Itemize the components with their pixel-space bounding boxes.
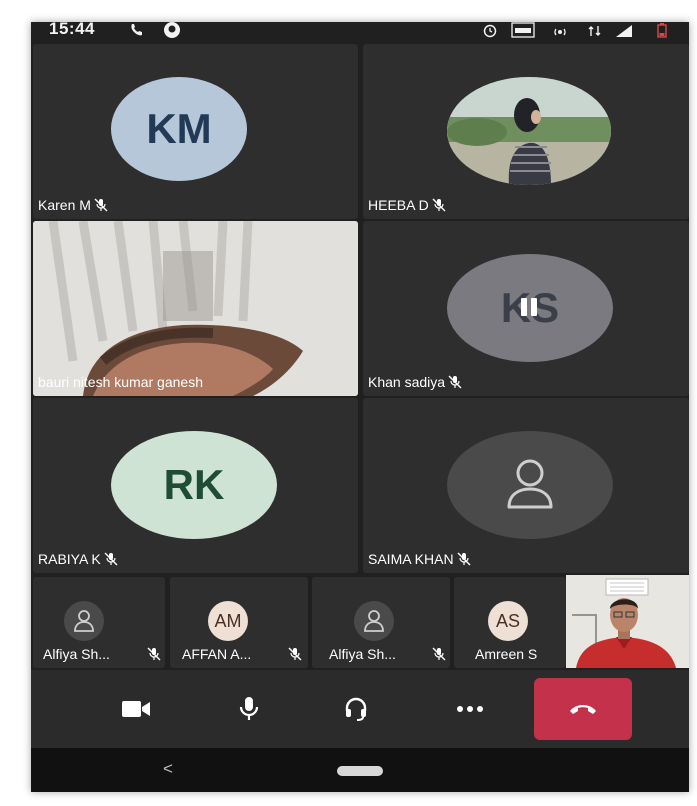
- data-arrows-icon: [588, 26, 601, 36]
- battery-icon: [657, 23, 667, 38]
- participant-name: SAIMA KHAN: [368, 551, 471, 567]
- hang-up-button[interactable]: [534, 678, 632, 740]
- video-camera-icon: [122, 701, 150, 717]
- microphone-icon: [239, 697, 259, 720]
- participant-name: HEEBA D: [368, 197, 446, 213]
- teams-notification-icon: [164, 22, 180, 38]
- status-bar: 15:44: [31, 22, 689, 42]
- paused-icon: [518, 296, 540, 318]
- avatar: AM: [208, 601, 248, 641]
- participant-name: RABIYA K: [38, 551, 118, 567]
- phone-screen: 15:44 KM Karen M HEEBA D bauri nitesh ku…: [31, 22, 689, 792]
- hotspot-icon: [554, 28, 566, 36]
- participant-video-feed: [33, 221, 358, 396]
- participant-name: Alfiya Sh...: [43, 646, 161, 662]
- participant-name: Khan sadiya: [368, 374, 462, 390]
- avatar-initials: AM: [214, 610, 242, 631]
- more-options-button[interactable]: [447, 686, 493, 732]
- participant-name: Karen M: [38, 197, 108, 213]
- headset-icon: [345, 697, 367, 721]
- system-nav-bar: <: [31, 748, 689, 792]
- avatar: AS: [488, 601, 528, 641]
- participant-name: AFFAN A...: [182, 646, 302, 662]
- mic-off-icon: [104, 552, 118, 566]
- person-icon: [74, 610, 94, 632]
- overflow-participant-alfiya-1[interactable]: Alfiya Sh...: [33, 577, 165, 668]
- avatar-initials: KM: [146, 105, 212, 152]
- avatar: RK: [111, 431, 277, 539]
- home-pill-icon[interactable]: [337, 766, 383, 776]
- avatar: KM: [111, 77, 247, 181]
- status-time: 15:44: [49, 22, 95, 38]
- phone-call-icon: [131, 24, 142, 36]
- avatar-initials: AS: [495, 610, 520, 631]
- person-icon: [507, 459, 553, 509]
- mic-off-icon: [448, 375, 462, 389]
- overflow-participant-amreen[interactable]: AS Amreen S: [454, 577, 566, 668]
- mic-off-icon: [288, 647, 302, 661]
- phone-hangup-icon: [570, 705, 596, 714]
- mic-off-icon: [432, 198, 446, 212]
- microphone-button[interactable]: [226, 686, 272, 732]
- more-dots-icon: [457, 706, 483, 712]
- person-icon: [364, 610, 384, 632]
- profile-photo: [447, 77, 611, 185]
- participant-tile-karen[interactable]: KM Karen M: [33, 44, 358, 219]
- mic-off-icon: [432, 647, 446, 661]
- participant-name: Alfiya Sh...: [329, 646, 446, 662]
- profile-photo-image: [447, 77, 611, 185]
- avatar-initials: RK: [163, 461, 225, 508]
- participant-name: Amreen S: [475, 646, 538, 662]
- participant-name: bauri nitesh kumar ganesh: [38, 374, 203, 390]
- video-camera-button[interactable]: [113, 686, 159, 732]
- self-video-thumbnail: [566, 575, 689, 668]
- participant-tile-bauri[interactable]: bauri nitesh kumar ganesh: [33, 221, 358, 396]
- audio-device-button[interactable]: [333, 686, 379, 732]
- lte-icon: [511, 22, 535, 38]
- participant-tile-saima[interactable]: SAIMA KHAN: [363, 398, 689, 573]
- signal-icon: [616, 25, 632, 37]
- self-view-video[interactable]: [566, 575, 689, 668]
- participant-tile-rabiya[interactable]: RK RABIYA K: [33, 398, 358, 573]
- mic-off-icon: [147, 647, 161, 661]
- participant-tile-heeba[interactable]: HEEBA D: [363, 44, 689, 219]
- overflow-participant-alfiya-2[interactable]: Alfiya Sh...: [312, 577, 450, 668]
- alarm-icon: [483, 24, 497, 38]
- back-button[interactable]: <: [163, 759, 173, 779]
- call-controls: [31, 670, 689, 748]
- participant-tile-khan[interactable]: KS Khan sadiya: [363, 221, 689, 396]
- avatar: [64, 601, 104, 641]
- avatar: [354, 601, 394, 641]
- mic-off-icon: [457, 552, 471, 566]
- avatar: [447, 431, 613, 539]
- mic-off-icon: [94, 198, 108, 212]
- overflow-participant-affan[interactable]: AM AFFAN A...: [170, 577, 308, 668]
